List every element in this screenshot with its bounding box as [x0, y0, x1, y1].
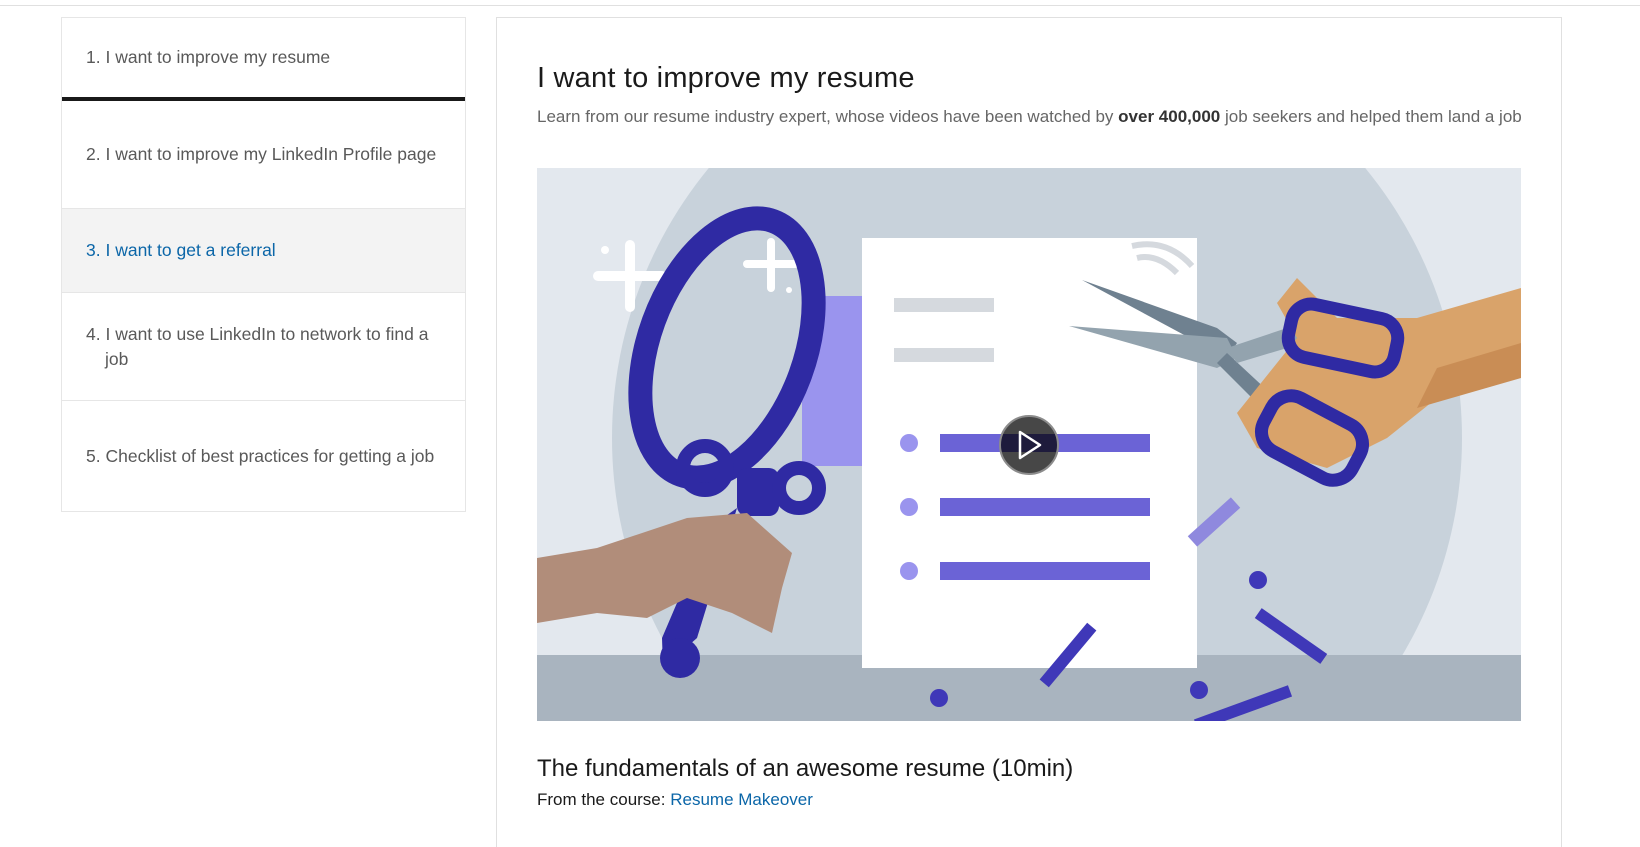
- sidebar-item-improve-linkedin-profile[interactable]: 2. I want to improve my LinkedIn Profile…: [62, 101, 465, 209]
- course-prefix: From the course:: [537, 790, 666, 809]
- sidebar-item-number: 2.: [86, 144, 106, 164]
- sidebar-item-number: 1.: [86, 47, 106, 67]
- sidebar-item-number: 3.: [86, 240, 106, 260]
- sidebar-item-number: 5.: [86, 445, 106, 466]
- page-title: I want to improve my resume: [537, 62, 915, 94]
- sidebar-item-label: I want to get a referral: [105, 240, 276, 260]
- sidebar-item-get-referral[interactable]: 3. I want to get a referral: [62, 209, 465, 293]
- video-player[interactable]: [537, 168, 1521, 721]
- play-icon: [1018, 430, 1042, 460]
- lesson-course-line: From the course: Resume Makeover: [537, 790, 813, 810]
- top-divider: [0, 5, 1640, 6]
- sidebar-item-improve-resume[interactable]: 1. I want to improve my resume: [62, 18, 465, 101]
- sidebar-item-number: 4.: [86, 323, 106, 344]
- sidebar-item-label: Checklist of best practices for getting …: [105, 445, 435, 466]
- sidebar-item-label: I want to improve my LinkedIn Profile pa…: [105, 144, 437, 164]
- lesson-title: The fundamentals of an awesome resume (1…: [537, 755, 1074, 782]
- play-button[interactable]: [999, 415, 1059, 475]
- description-text-end: job seekers and helped them land a job: [1220, 107, 1522, 126]
- description-text: Learn from our resume industry expert, w…: [537, 107, 1119, 126]
- description-highlight: over 400,000: [1118, 107, 1221, 126]
- sidebar-item-checklist[interactable]: 5. Checklist of best practices for getti…: [62, 401, 465, 511]
- page-description: Learn from our resume industry expert, w…: [537, 104, 1537, 129]
- sidebar-item-label: I want to improve my resume: [105, 47, 331, 67]
- course-link[interactable]: Resume Makeover: [670, 790, 813, 809]
- topic-sidebar: 1. I want to improve my resume 2. I want…: [61, 17, 466, 512]
- sidebar-item-network-find-job[interactable]: 4. I want to use LinkedIn to network to …: [62, 293, 465, 401]
- topic-content-card: I want to improve my resume Learn from o…: [496, 17, 1562, 847]
- sidebar-item-label: I want to use LinkedIn to network to fin…: [105, 323, 429, 369]
